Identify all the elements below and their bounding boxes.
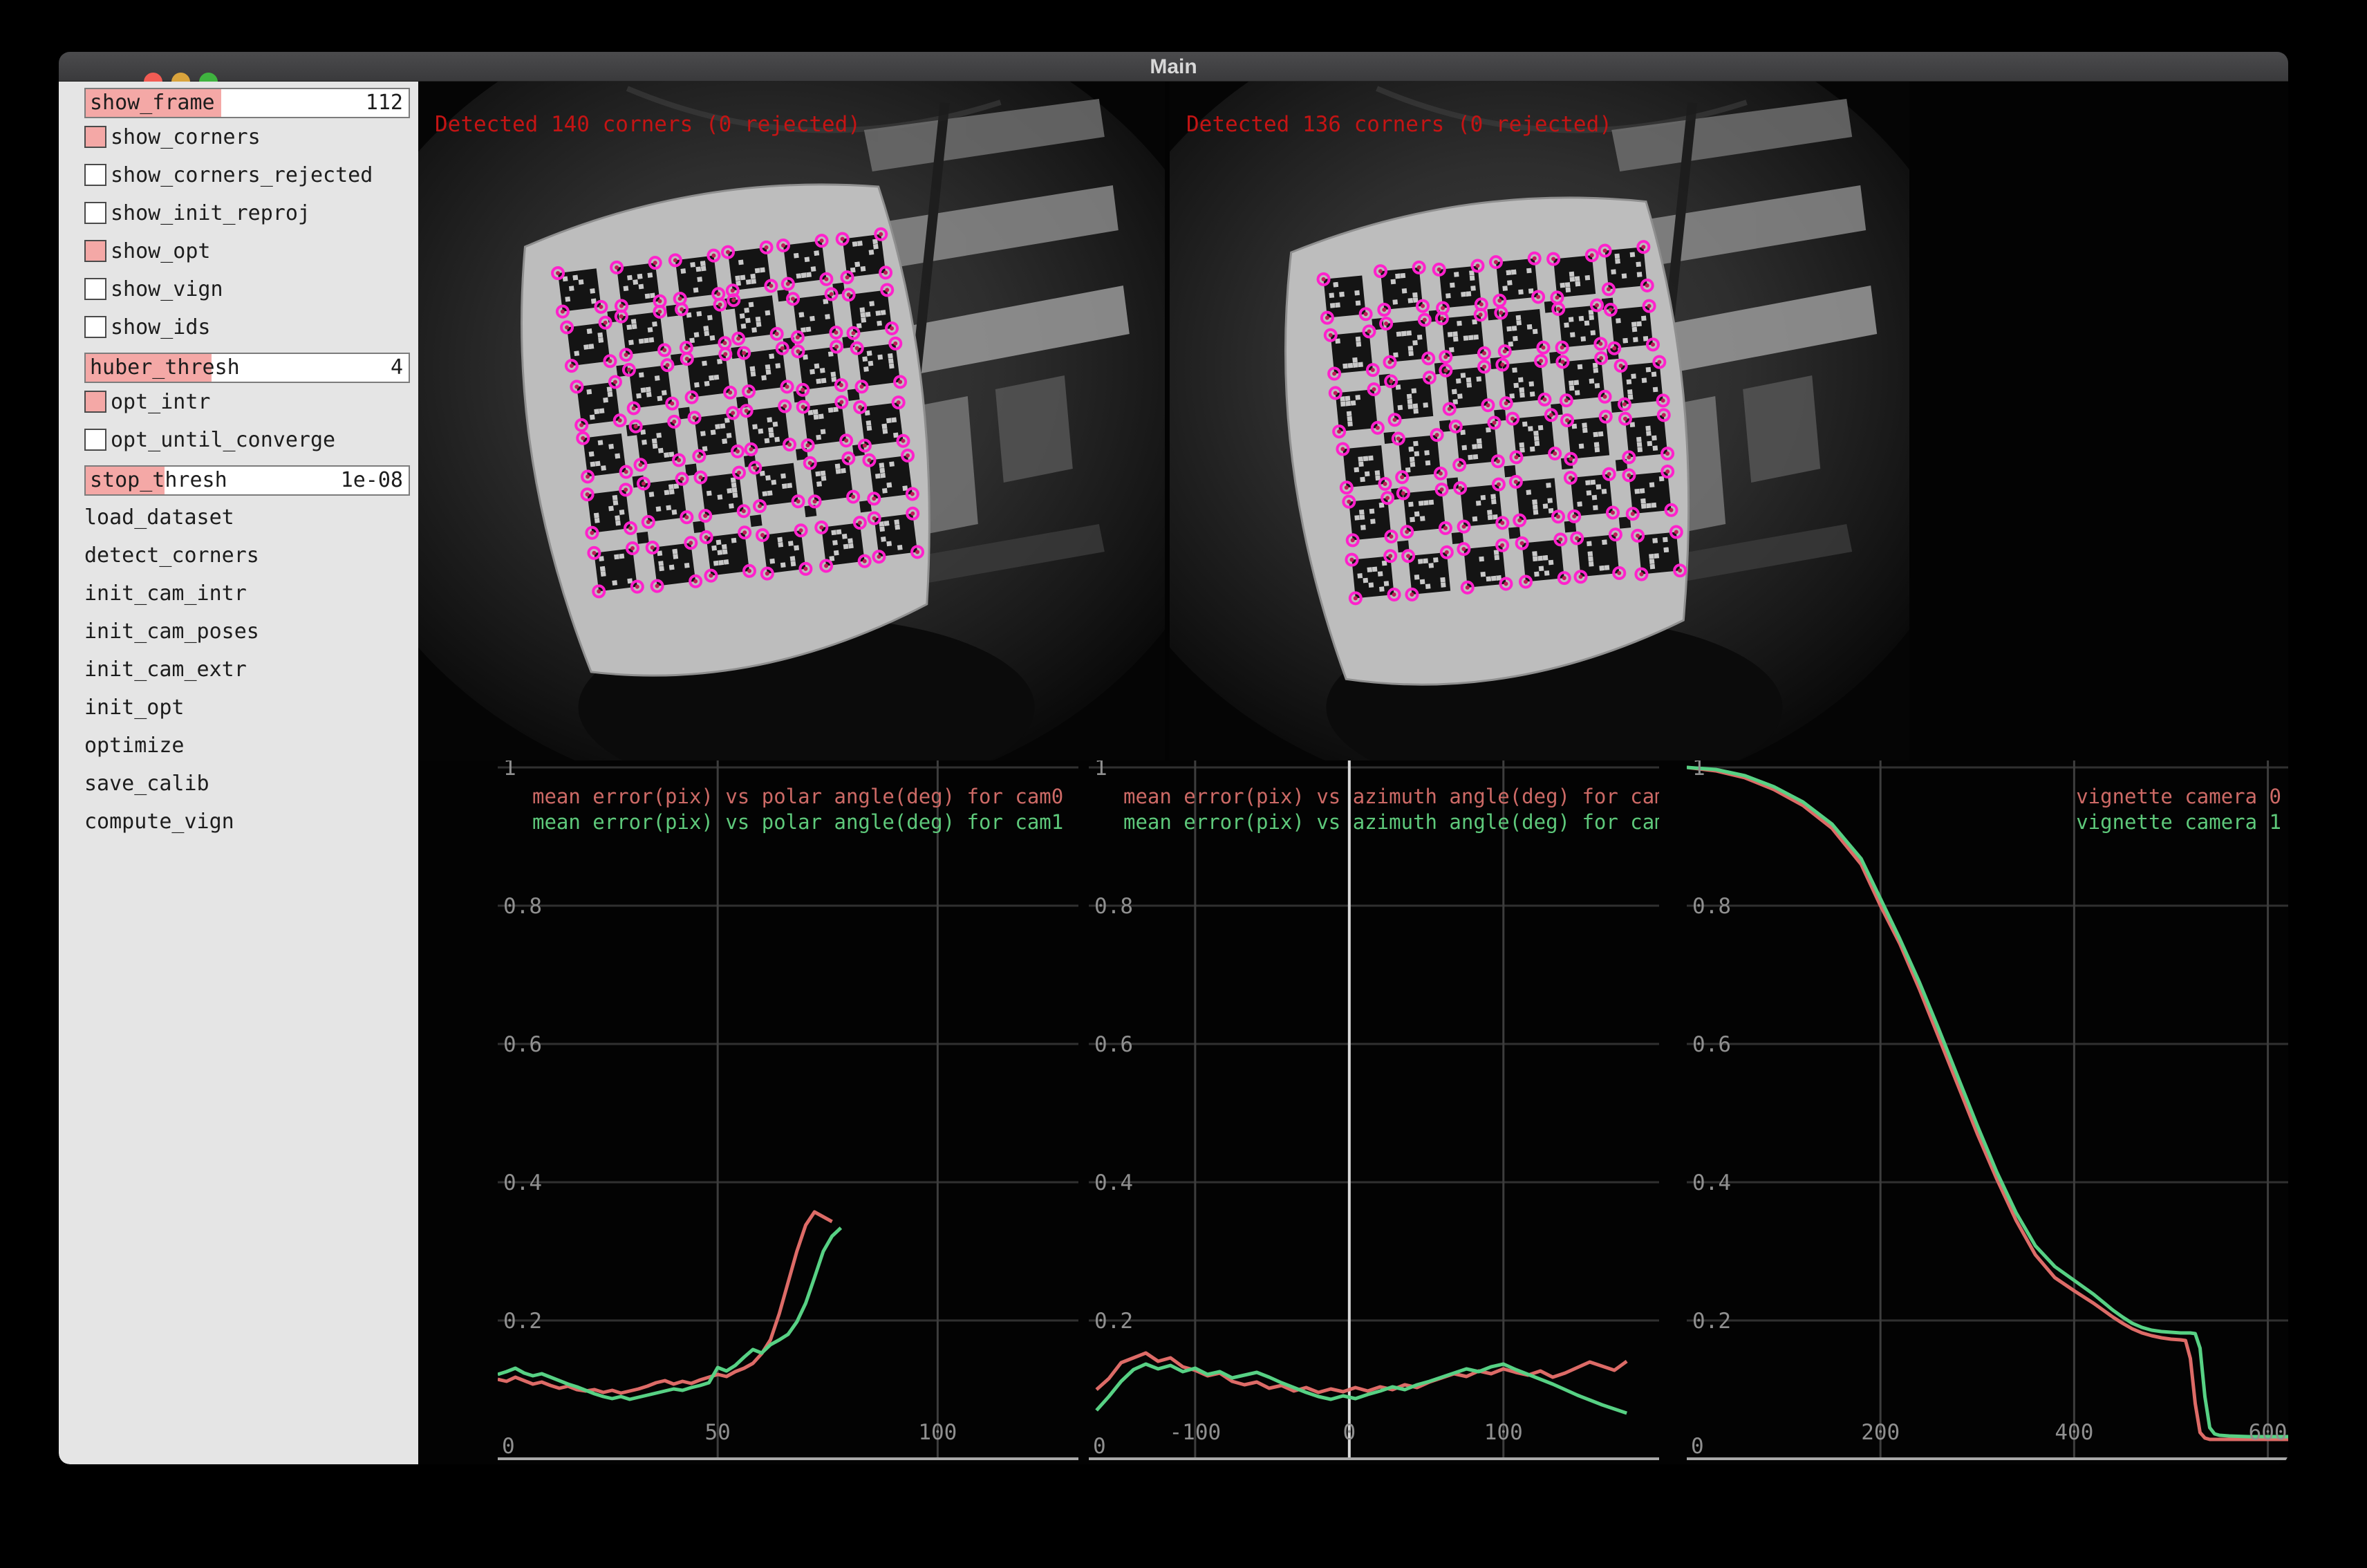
slider-label: stop_thresh	[90, 467, 227, 494]
x-tick-label: -100	[1170, 1420, 1222, 1445]
slider-label: show_frame	[90, 89, 215, 117]
button-init_cam_extr[interactable]: init_cam_extr	[84, 657, 410, 682]
y-tick-label: 0.4	[1094, 1170, 1133, 1195]
checkbox-label: show_vign	[111, 278, 223, 301]
checkbox-label: opt_intr	[111, 391, 211, 414]
checkbox-box[interactable]	[84, 429, 106, 451]
y-tick-label: 0.2	[503, 1309, 542, 1334]
slider-show_frame[interactable]: show_frame 112	[84, 88, 410, 118]
legend-entry: vignette camera 1	[2076, 810, 2281, 834]
checkbox-label: opt_until_converge	[111, 429, 335, 452]
series-line-1	[1687, 767, 2288, 1437]
button-optimize[interactable]: optimize	[84, 734, 410, 758]
y-zero-label: 0	[1093, 1434, 1106, 1459]
slider-huber_thresh[interactable]: huber_thresh 4	[84, 353, 410, 383]
x-tick-label: 600	[2249, 1420, 2288, 1445]
y-zero-label: 0	[1691, 1434, 1704, 1459]
checkbox-show_corners[interactable]: show_corners	[84, 126, 410, 149]
x-tick-label: 400	[2055, 1420, 2093, 1445]
y-tick-label: 0.6	[1692, 1032, 1731, 1057]
button-load_dataset[interactable]: load_dataset	[84, 505, 410, 530]
legend-entry: mean error(pix) vs polar angle(deg) for …	[532, 785, 1063, 808]
legend-entry: mean error(pix) vs polar angle(deg) for …	[532, 810, 1063, 834]
sidebar: show_frame 112 show_corners show_corners_re…	[59, 82, 418, 1464]
x-tick-label: 50	[705, 1420, 731, 1445]
app-window: Main show_frame 112 show_corners show_corne…	[59, 52, 2288, 1464]
checkbox-show_vign[interactable]: show_vign	[84, 278, 410, 301]
legend-entry: mean error(pix) vs azimuth angle(deg) fo…	[1123, 810, 1659, 834]
x-tick-label: 200	[1861, 1420, 1900, 1445]
slider-stop_thresh[interactable]: stop_thresh 1e-08	[84, 465, 410, 496]
window-titlebar[interactable]: Main	[59, 52, 2288, 82]
series-line-0	[498, 1212, 832, 1393]
button-detect_corners[interactable]: detect_corners	[84, 543, 410, 568]
y-tick-label: 0.4	[503, 1170, 542, 1195]
checkbox-show_opt[interactable]: show_opt	[84, 240, 410, 263]
x-tick-label: 100	[1484, 1420, 1523, 1445]
slider-value: 112	[366, 89, 403, 117]
checkbox-box[interactable]	[84, 316, 106, 338]
chart-2: 0.2 0.4 0.6 0.8 1 0 200 400 600 vignette camera 0…	[1687, 760, 2288, 1464]
button-compute_vign[interactable]: compute_vign	[84, 810, 410, 834]
corner-detection-status: Detected 140 corners (0 rejected)	[435, 112, 861, 137]
checkbox-opt_until_converge[interactable]: opt_until_converge	[84, 429, 410, 452]
checkbox-box[interactable]	[84, 278, 106, 300]
checkbox-show_init_reproj[interactable]: show_init_reproj	[84, 202, 410, 225]
checkbox-show_ids[interactable]: show_ids	[84, 316, 410, 339]
chart-1: 0.2 0.4 0.6 0.8 1 0 -100 0 100 mean error(pix) vs…	[1089, 760, 1659, 1464]
y-tick-label: 1	[1094, 760, 1107, 781]
button-save_calib[interactable]: save_calib	[84, 772, 410, 796]
button-init_cam_intr[interactable]: init_cam_intr	[84, 581, 410, 606]
checkbox-box[interactable]	[84, 240, 106, 262]
slider-label: huber_thresh	[90, 354, 240, 382]
y-tick-label: 1	[1692, 760, 1705, 781]
corner-detection-status: Detected 136 corners (0 rejected)	[1186, 112, 1612, 137]
window-content: show_frame 112 show_corners show_corners_re…	[59, 82, 2288, 1464]
x-tick-label: 100	[918, 1420, 957, 1445]
y-tick-label: 0.8	[1094, 894, 1133, 919]
button-init_cam_poses[interactable]: init_cam_poses	[84, 619, 410, 644]
checkbox-label: show_init_reproj	[111, 202, 310, 225]
checkbox-label: show_opt	[111, 240, 211, 263]
camera-view-0: Detected 140 corners (0 rejected)	[418, 82, 1165, 760]
series-line-1	[498, 1228, 841, 1399]
slider-value: 1e-08	[341, 467, 403, 494]
window-title: Main	[59, 52, 2288, 82]
y-tick-label: 0.2	[1094, 1309, 1133, 1334]
chart-0: 0.2 0.4 0.6 0.8 1 0 50 100 mean error(pix) vs po…	[498, 760, 1078, 1464]
checkbox-label: show_ids	[111, 316, 211, 339]
checkbox-label: show_corners_rejected	[111, 164, 373, 187]
y-tick-label: 0.4	[1692, 1170, 1731, 1195]
button-init_opt[interactable]: init_opt	[84, 696, 410, 720]
y-tick-label: 0.8	[503, 894, 542, 919]
checkbox-opt_intr[interactable]: opt_intr	[84, 391, 410, 414]
checkbox-box[interactable]	[84, 202, 106, 224]
camera-view-1: Detected 136 corners (0 rejected)	[1170, 82, 1909, 760]
x-tick-label: 0	[1342, 1420, 1356, 1445]
legend-entry: mean error(pix) vs azimuth angle(deg) fo…	[1123, 785, 1659, 808]
checkbox-box[interactable]	[84, 126, 106, 148]
y-tick-label: 0.6	[503, 1032, 542, 1057]
y-tick-label: 0.6	[1094, 1032, 1133, 1057]
y-tick-label: 0.2	[1692, 1309, 1731, 1334]
y-tick-label: 0.8	[1692, 894, 1731, 919]
y-tick-label: 1	[503, 760, 516, 781]
checkbox-show_corners_rejected[interactable]: show_corners_rejected	[84, 164, 410, 187]
slider-value: 4	[391, 354, 403, 382]
checkbox-box[interactable]	[84, 164, 106, 186]
checkbox-box[interactable]	[84, 391, 106, 413]
series-line-0	[1096, 1353, 1627, 1392]
legend-entry: vignette camera 0	[2076, 785, 2281, 808]
checkbox-label: show_corners	[111, 126, 261, 149]
y-zero-label: 0	[502, 1434, 515, 1459]
